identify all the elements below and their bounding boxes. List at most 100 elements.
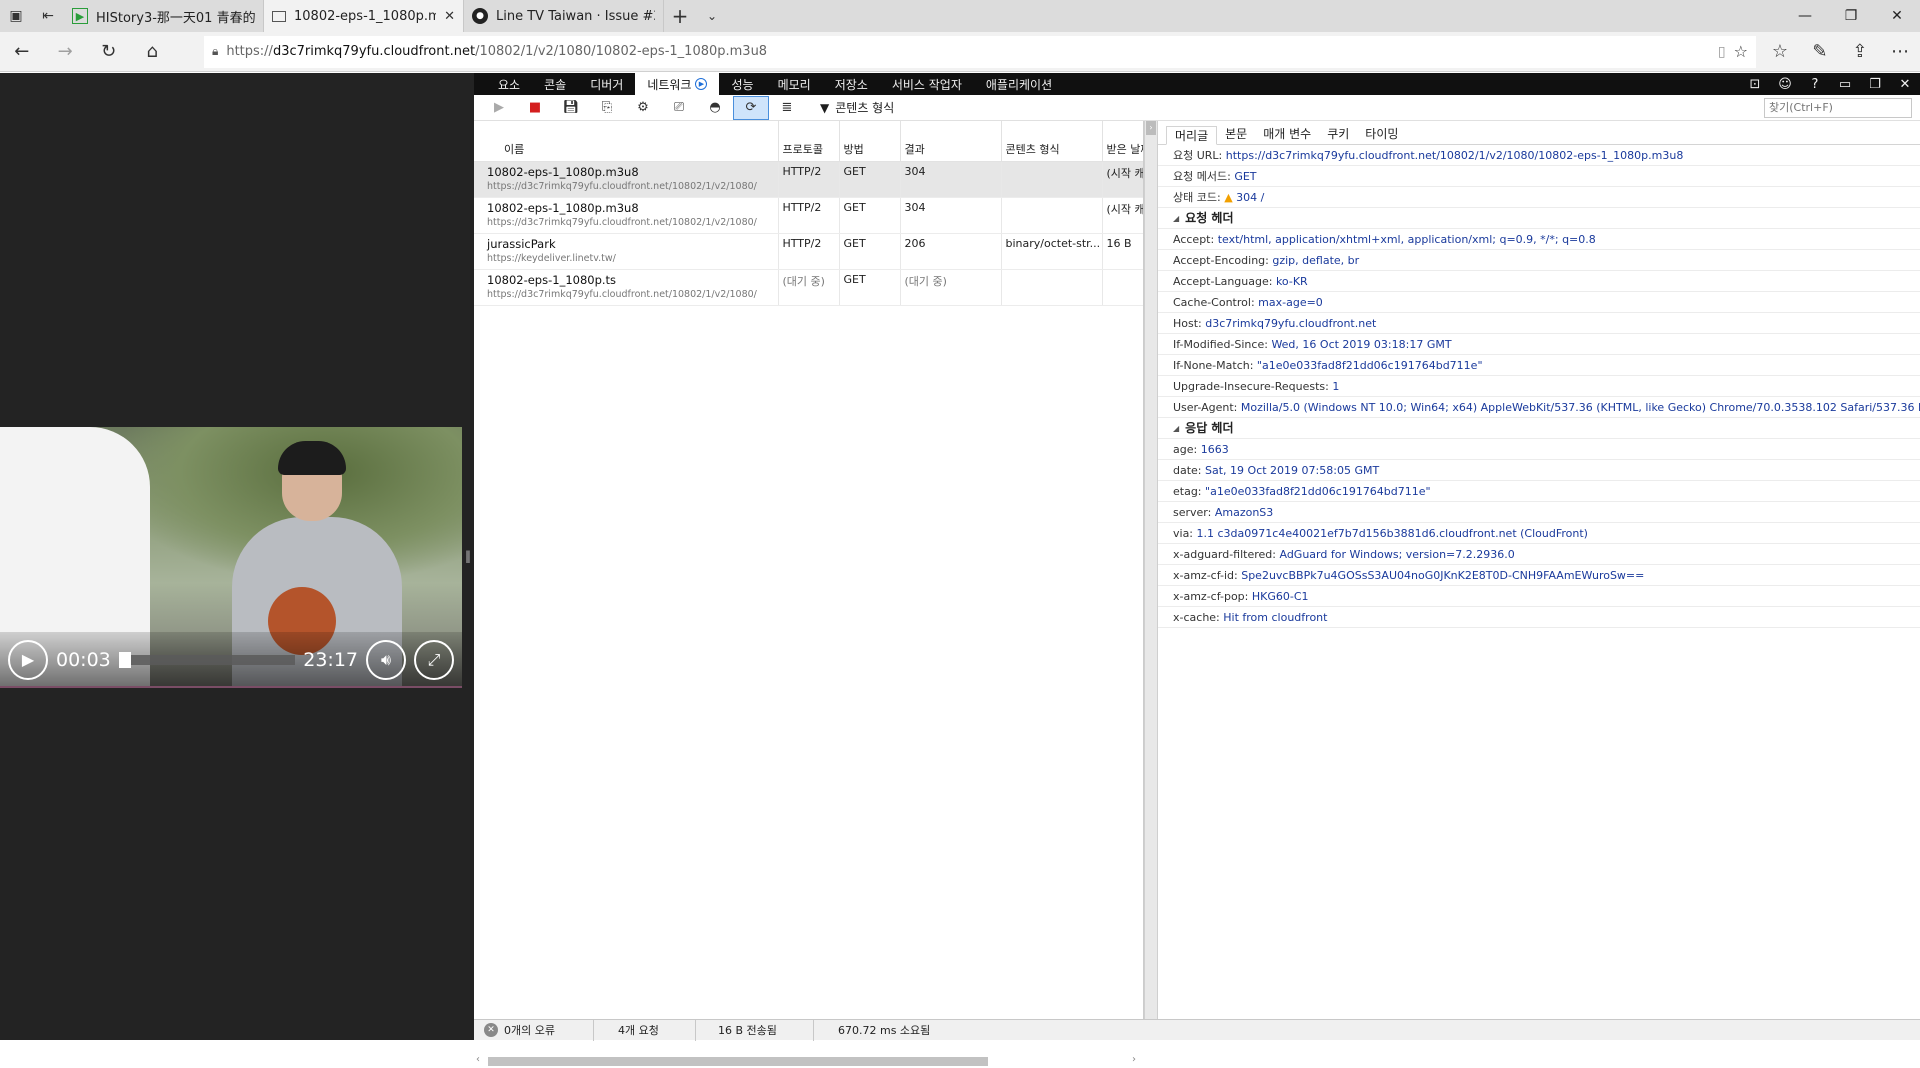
set-aside-tabs-icon[interactable]: ⇤ [32, 0, 64, 32]
devtools-tab-memory[interactable]: 메모리 [766, 73, 823, 95]
header-line: x-cache: Hit from cloudfront [1158, 607, 1920, 628]
tab-strip: ▣ ⇤ ▶ HIStory3-那一天01 青春的備 10802-eps-1_10… [0, 0, 1920, 32]
undock-icon[interactable]: ❐ [1860, 77, 1890, 92]
devtools-tab-application[interactable]: 애플리케이션 [974, 73, 1064, 95]
import-har-icon[interactable]: ⎘ [590, 97, 624, 119]
column-header-name[interactable]: 이름 [474, 121, 779, 162]
devtools-splitter[interactable]: ‖ [462, 73, 474, 1040]
tab-actions-icon[interactable]: ▣ [0, 0, 32, 32]
detail-tab-headers[interactable]: 머리글 [1166, 126, 1218, 145]
browser-tab-github[interactable]: ● Line TV Taiwan · Issue #2665 [464, 0, 664, 32]
clear-entries-icon[interactable]: ≣ [770, 97, 804, 119]
play-icon[interactable]: ▶ [482, 97, 516, 119]
refresh-button[interactable]: ↻ [87, 32, 130, 72]
table-row[interactable]: jurassicPark https://keydeliver.linetv.tw… [474, 233, 1143, 270]
fullscreen-button[interactable]: ⤢ [414, 639, 454, 680]
detail-tab-cookies[interactable]: 쿠키 [1319, 125, 1357, 144]
request-type [1001, 197, 1103, 234]
browser-tab-history3[interactable]: ▶ HIStory3-那一天01 青春的備 [64, 0, 264, 32]
clear-cookies-icon[interactable]: ◓ [698, 97, 732, 119]
errors-count[interactable]: ✕ 0개의 오류 [474, 1019, 594, 1041]
header-key: If-None-Match: [1173, 359, 1254, 372]
close-devtools-icon[interactable]: ✕ [1890, 77, 1920, 92]
scrollbar-thumb[interactable] [488, 1057, 988, 1066]
dock-bottom-icon[interactable]: ▭ [1830, 77, 1860, 92]
devtools-tab-storage[interactable]: 저장소 [823, 73, 880, 95]
find-input[interactable] [1764, 97, 1912, 118]
clear-on-navigate-icon[interactable]: ⚙ [626, 97, 660, 119]
close-window-button[interactable]: ✕ [1874, 0, 1920, 32]
content-type-filter[interactable]: ▼ 콘텐츠 형식 [820, 99, 894, 116]
chevron-down-icon[interactable]: ⌄ [696, 0, 728, 32]
forward-button[interactable]: → [43, 32, 86, 72]
devtools-tab-debugger[interactable]: 디버거 [578, 73, 635, 95]
restore-button[interactable]: ❐ [1828, 0, 1874, 32]
web-note-icon[interactable]: ✎ [1800, 32, 1840, 72]
detail-splitter[interactable]: › [1144, 121, 1158, 1021]
new-tab-button[interactable]: + [664, 0, 696, 32]
request-details: 머리글 본문 매개 변수 쿠키 타이밍 요청 URL: https://d3c7… [1158, 121, 1920, 1021]
horizontal-scrollbar[interactable]: ‹ › [474, 1054, 1144, 1068]
column-header-method[interactable]: 방법 [839, 121, 901, 162]
response-headers-section[interactable]: ◢ 응답 헤더 [1158, 418, 1920, 439]
volume-button[interactable]: 🔊︎ [366, 639, 406, 680]
seek-bar[interactable] [118, 651, 296, 668]
browser-tab-m3u8[interactable]: 10802-eps-1_1080p.m3 ✕ [264, 0, 464, 32]
page-viewport: ▶ 00:03 23:17 🔊︎ ⤢ [0, 73, 462, 1040]
share-icon[interactable]: ⇪ [1840, 32, 1880, 72]
elapsed-time: 670.72 ms 소요됨 [814, 1020, 944, 1041]
lock-icon[interactable]: 🔒︎ [212, 44, 218, 59]
tab-label: 서비스 작업자 [891, 77, 962, 92]
detail-tab-body[interactable]: 본문 [1217, 125, 1255, 144]
network-toolbar: ▶ ■ 💾︎ ⎘ ⚙ ⎚ ◓ ⟳ ≣ ▼ 콘텐츠 형식 [474, 95, 1920, 121]
devtools-tab-elements[interactable]: 요소 [486, 73, 532, 95]
scroll-left-icon[interactable]: ‹ [476, 1054, 480, 1065]
more-options-icon[interactable]: ⋯ [1880, 32, 1920, 72]
column-header-protocol[interactable]: 프로토콜 [778, 121, 840, 162]
header-line: Host: d3c7rimkq79yfu.cloudfront.net [1158, 313, 1920, 334]
address-bar[interactable]: 🔒︎ https://d3c7rimkq79yfu.cloudfront.net… [203, 35, 1756, 68]
collapse-details-icon[interactable]: › [1146, 121, 1156, 135]
devtools-tab-service-workers[interactable]: 서비스 작업자 [880, 73, 974, 95]
header-key: age: [1173, 443, 1198, 456]
video-player[interactable]: ▶ 00:03 23:17 🔊︎ ⤢ [0, 427, 462, 687]
header-line: Accept-Language: ko-KR [1158, 271, 1920, 292]
devtools-tab-console[interactable]: 콘솔 [532, 73, 578, 95]
url-text[interactable]: https://d3c7rimkq79yfu.cloudfront.net/10… [226, 44, 1710, 59]
request-method-line: 요청 메서드: GET [1158, 166, 1920, 187]
favorites-hub-icon[interactable]: ☆ [1760, 32, 1800, 72]
always-refresh-icon[interactable]: ⟳ [733, 95, 769, 120]
header-line: If-None-Match: "a1e0e033fad8f21dd06c1917… [1158, 355, 1920, 376]
request-method: GET [839, 269, 901, 306]
column-header-result[interactable]: 결과 [900, 121, 1002, 162]
request-headers-section[interactable]: ◢ 요청 헤더 [1158, 208, 1920, 229]
minimize-button[interactable]: — [1782, 0, 1828, 32]
help-icon[interactable]: ? [1800, 77, 1830, 92]
header-key: x-cache: [1173, 611, 1220, 624]
home-button[interactable]: ⌂ [130, 32, 173, 72]
favorite-star-icon[interactable]: ☆ [1734, 42, 1748, 61]
column-header-received[interactable]: 받은 날짜 [1102, 121, 1143, 162]
detail-tabbar: 머리글 본문 매개 변수 쿠키 타이밍 [1158, 125, 1920, 145]
stop-recording-icon[interactable]: ■ [518, 97, 552, 119]
clear-session-icon[interactable]: ⎚ [662, 97, 696, 119]
detail-tab-parameters[interactable]: 매개 변수 [1255, 125, 1319, 144]
table-row[interactable]: 10802-eps-1_1080p.m3u8 https://d3c7rimkq7… [474, 161, 1143, 198]
table-row[interactable]: 10802-eps-1_1080p.m3u8 https://d3c7rimkq7… [474, 197, 1143, 234]
devtools-tab-performance[interactable]: 성능 [719, 73, 765, 95]
detail-tab-timing[interactable]: 타이밍 [1357, 125, 1406, 144]
close-tab-icon[interactable]: ✕ [444, 9, 455, 24]
console-drawer-icon[interactable]: ⊡ [1740, 77, 1770, 92]
seek-bar-handle[interactable] [118, 651, 131, 668]
devtools-tab-network[interactable]: 네트워크 ▶ [635, 73, 720, 95]
feedback-smiley-icon[interactable]: ☺ [1770, 77, 1800, 92]
save-har-icon[interactable]: 💾︎ [554, 97, 588, 119]
table-row[interactable]: 10802-eps-1_1080p.ts https://d3c7rimkq79y… [474, 269, 1143, 306]
reading-view-icon[interactable]: ▯ [1718, 44, 1726, 60]
error-icon: ✕ [484, 1023, 498, 1037]
play-button[interactable]: ▶ [8, 639, 48, 680]
back-button[interactable]: ← [0, 32, 43, 72]
column-header-content-type[interactable]: 콘텐츠 형식 [1001, 121, 1103, 162]
scroll-right-icon[interactable]: › [1132, 1054, 1136, 1065]
header-key: 요청 URL: [1173, 149, 1223, 162]
